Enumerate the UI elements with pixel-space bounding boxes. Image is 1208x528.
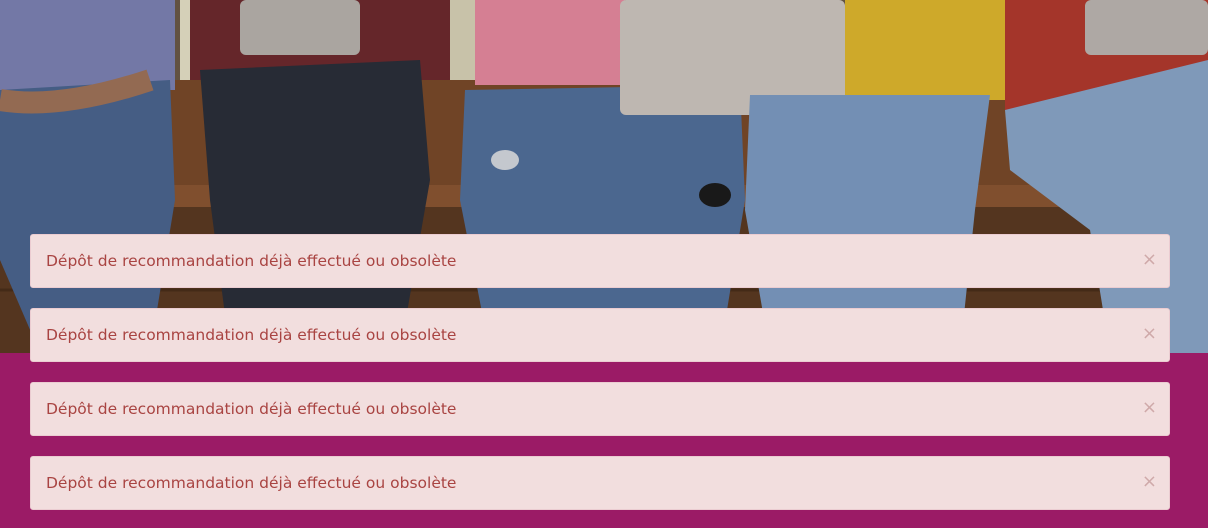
alert-message: Dépôt de recommandation déjà effectué ou… xyxy=(46,326,457,344)
alert-danger: Dépôt de recommandation déjà effectué ou… xyxy=(30,456,1170,510)
close-icon[interactable]: × xyxy=(1142,457,1157,507)
hero-image xyxy=(0,0,1208,353)
close-icon[interactable]: × xyxy=(1142,235,1157,285)
alert-message: Dépôt de recommandation déjà effectué ou… xyxy=(46,252,457,270)
close-icon[interactable]: × xyxy=(1142,309,1157,359)
hero-illustration xyxy=(0,0,1208,353)
alert-danger: Dépôt de recommandation déjà effectué ou… xyxy=(30,234,1170,288)
close-icon[interactable]: × xyxy=(1142,383,1157,433)
alert-message: Dépôt de recommandation déjà effectué ou… xyxy=(46,474,457,492)
alert-danger: Dépôt de recommandation déjà effectué ou… xyxy=(30,308,1170,362)
alert-danger: Dépôt de recommandation déjà effectué ou… xyxy=(30,382,1170,436)
alert-message: Dépôt de recommandation déjà effectué ou… xyxy=(46,400,457,418)
